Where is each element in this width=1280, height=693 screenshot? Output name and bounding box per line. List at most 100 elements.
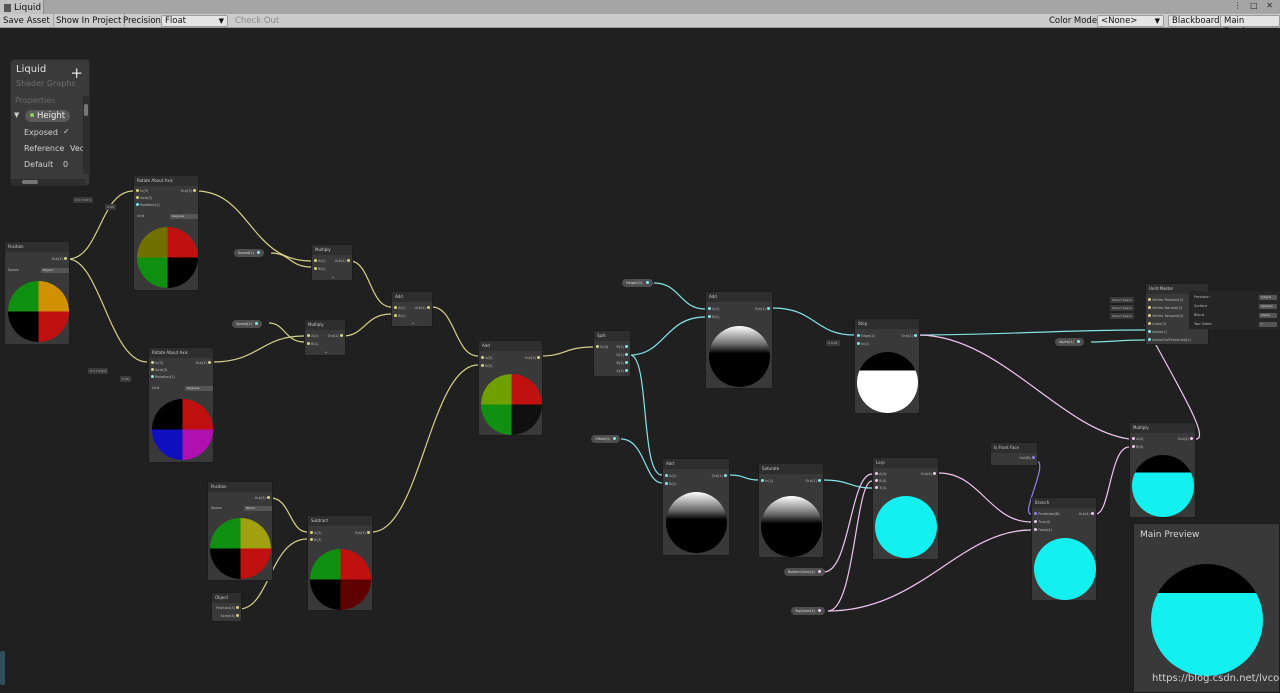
step-node[interactable]: Step Edge(1) In(1) Out(1): [854, 318, 920, 414]
add-property-button[interactable]: +: [70, 66, 83, 81]
main-preview-toggle[interactable]: Main Preview: [1220, 15, 1280, 37]
output-port[interactable]: Out(3): [255, 495, 270, 501]
master-input-port[interactable]: Vertex Tangent(3): [1148, 313, 1183, 319]
output-port[interactable]: Out(4): [921, 471, 936, 477]
input-port-axis[interactable]: Axis(3): [151, 367, 167, 373]
output-port-scale[interactable]: Scale(3): [221, 613, 239, 619]
height-property-pill[interactable]: Height(1): [622, 279, 653, 287]
speed-property-pill[interactable]: Speed(1): [232, 320, 262, 328]
scrollbar-thumb[interactable]: [84, 104, 88, 116]
chevron-down-icon[interactable]: ⌄: [331, 274, 335, 280]
output-port-r[interactable]: R(1): [616, 344, 628, 350]
multiply-node[interactable]: Multiply A(1) B(1) Out(1) ⌄: [304, 319, 346, 356]
vertical-scrollbar[interactable]: [83, 96, 89, 174]
chevron-down-icon[interactable]: ▼: [14, 111, 19, 119]
show-in-project-button[interactable]: Show In Project: [53, 14, 126, 28]
input-port-b[interactable]: B(1): [665, 481, 676, 487]
main-preview-panel[interactable]: Main Preview: [1133, 523, 1280, 693]
space-tag[interactable]: Object Space: [1110, 297, 1134, 303]
master-input-port[interactable]: AlphaClipThreshold(1): [1148, 337, 1191, 343]
input-port-in[interactable]: In(1): [761, 478, 773, 484]
output-port[interactable]: Out(1): [335, 258, 350, 264]
output-port[interactable]: Out(B): [1019, 455, 1035, 461]
split-node[interactable]: Split In(4) R(1) G(1) B(1) A(1): [593, 330, 631, 377]
alpha-property-pill[interactable]: Alpha(1): [1055, 338, 1084, 346]
bottomcolor-property-pill[interactable]: BottomColor(4): [784, 568, 825, 576]
input-port-b[interactable]: B(1): [394, 313, 405, 319]
input-port-a[interactable]: A(4): [1132, 436, 1143, 442]
default-field[interactable]: 0: [63, 160, 68, 169]
input-port-a[interactable]: A(1): [307, 333, 318, 339]
master-input-port[interactable]: Vertex Position(3): [1148, 297, 1183, 303]
input-port-a[interactable]: A(1): [314, 258, 325, 264]
add-node[interactable]: Add A(3) B(3) Out(3): [478, 340, 543, 436]
chevron-down-icon[interactable]: ⌄: [411, 320, 415, 326]
offset-property-pill[interactable]: Offset(1): [591, 435, 621, 443]
input-port-in[interactable]: In(4): [596, 344, 608, 350]
input-port-in[interactable]: In(3): [151, 360, 163, 366]
input-port-b[interactable]: B(3): [310, 537, 321, 543]
output-port-g[interactable]: G(1): [616, 352, 628, 358]
input-port-axis[interactable]: Axis(3): [136, 195, 152, 201]
output-port[interactable]: Out(1): [806, 478, 821, 484]
add-node[interactable]: Add A(1) B(1) Out(1) ⌄: [391, 291, 433, 327]
precision-dropdown[interactable]: Float ▼: [161, 15, 228, 27]
input-port-edge[interactable]: Edge(1): [857, 333, 875, 339]
chevron-down-icon[interactable]: ⌄: [324, 349, 328, 355]
master-input-port[interactable]: Alpha(1): [1148, 329, 1167, 335]
horizontal-scrollbar[interactable]: [11, 179, 85, 185]
input-port-in[interactable]: In(3): [136, 188, 148, 194]
exposed-checkbox[interactable]: ✓: [63, 127, 70, 136]
rotation-field[interactable]: X 90: [120, 376, 131, 382]
multiply-node[interactable]: Multiply A(4) B(4) Out(4): [1129, 422, 1196, 518]
lerp-node[interactable]: Lerp A(4) B(4) T(4) Out(4): [872, 457, 939, 560]
input-port-rotation[interactable]: Rotation(1): [136, 202, 160, 208]
output-port[interactable]: Out(4): [1178, 436, 1193, 442]
input-port-rotation[interactable]: Rotation(1): [151, 374, 175, 380]
input-port-b[interactable]: B(3): [481, 363, 492, 369]
output-port[interactable]: Out(4): [1079, 511, 1094, 517]
setting-value[interactable]: Inherit: [1259, 295, 1277, 300]
input-port-a[interactable]: A(3): [481, 355, 492, 361]
master-input-port[interactable]: Vertex Normal(3): [1148, 305, 1182, 311]
output-port[interactable]: Out(3): [525, 355, 540, 361]
blackboard-toggle[interactable]: Blackboard: [1168, 15, 1224, 27]
output-port[interactable]: Out(1): [755, 306, 770, 312]
output-port[interactable]: Out(3): [52, 256, 67, 262]
add-node[interactable]: Add A(1) B(1) Out(1): [662, 458, 730, 556]
input-port-predicate[interactable]: Predicate(B): [1034, 511, 1060, 517]
input-port-b[interactable]: B(1): [307, 341, 318, 347]
output-port[interactable]: Out(1): [902, 333, 917, 339]
output-port[interactable]: Out(3): [196, 360, 211, 366]
window-controls[interactable]: ⋮ □ ✕: [1234, 1, 1276, 10]
rotate-about-axis-node[interactable]: Rotate About Axis In(3) Axis(3) Rotation…: [148, 347, 214, 463]
rotate-about-axis-node[interactable]: Rotate About Axis In(3) Axis(3) Rotation…: [133, 175, 199, 291]
output-port[interactable]: Out(1): [712, 473, 727, 479]
setting-value[interactable]: ✓: [1259, 322, 1277, 327]
add-node[interactable]: Add A(1) B(1) Out(1): [705, 291, 773, 389]
scrollbar-thumb[interactable]: [22, 180, 38, 184]
color-mode-dropdown[interactable]: <None> ▼: [1097, 15, 1164, 27]
unit-dropdown[interactable]: Degrees: [170, 214, 198, 219]
position-node[interactable]: Position Out(3) Space World: [207, 481, 273, 581]
save-asset-button[interactable]: Save Asset: [0, 14, 54, 28]
input-port-true[interactable]: True(4): [1034, 519, 1051, 525]
input-port-a[interactable]: A(1): [708, 306, 719, 312]
property-pill-height[interactable]: Height: [25, 110, 71, 122]
input-port-b[interactable]: B(4): [1132, 444, 1143, 450]
input-port-a[interactable]: A(4): [875, 471, 886, 477]
is-front-face-node[interactable]: Is Front Face Out(B): [990, 442, 1038, 466]
graph-canvas[interactable]: Liquid Shader Graphs + Properties ▼ Heig…: [0, 29, 1280, 693]
main-preview-render[interactable]: [1151, 564, 1263, 676]
input-port-a[interactable]: A(3): [310, 530, 321, 536]
master-input-port[interactable]: Color(3): [1148, 321, 1166, 327]
branch-node[interactable]: Branch Predicate(B) True(4) False(4) Out…: [1031, 497, 1097, 601]
side-handle[interactable]: [0, 651, 5, 685]
input-port-b[interactable]: B(4): [875, 478, 886, 484]
input-port-a[interactable]: A(1): [394, 305, 405, 311]
saturate-node[interactable]: Saturate In(1) Out(1): [758, 463, 824, 558]
input-port-in[interactable]: In(1): [857, 341, 869, 347]
input-port-b[interactable]: B(1): [314, 266, 325, 272]
axis-vector-field[interactable]: X 1 Y 0 Z 0: [88, 368, 109, 374]
speed-property-pill[interactable]: Speed(1): [234, 249, 264, 257]
